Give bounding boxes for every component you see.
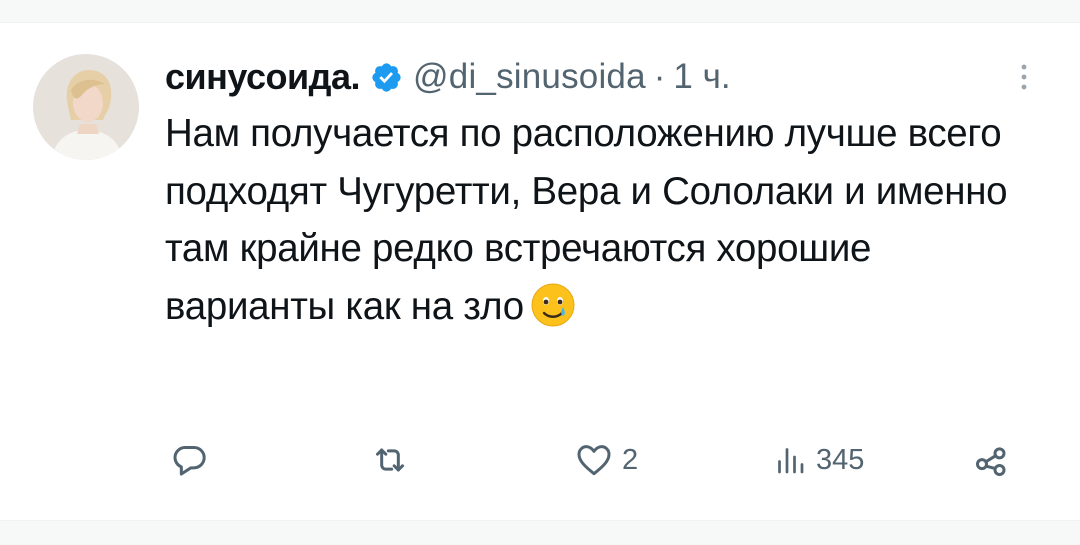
like-count: 2 (622, 443, 639, 476)
reply-button[interactable] (170, 436, 210, 484)
more-options-icon[interactable] (1014, 59, 1034, 95)
tweet-text: Нам получается по расположению лучше все… (165, 105, 1045, 335)
tweet-text-content: Нам получается по расположению лучше все… (165, 112, 1008, 328)
like-button[interactable]: 2 (574, 436, 638, 484)
display-name[interactable]: синусоида. (165, 56, 361, 98)
tweet-actions: 2 345 (0, 436, 1080, 484)
verified-badge-icon[interactable] (370, 61, 403, 94)
heart-icon (574, 440, 614, 480)
views-button[interactable]: 345 (772, 436, 864, 484)
bottom-divider (0, 520, 1080, 545)
tweet-header: синусоида. @di_sinusoida · 1 ч. (165, 55, 731, 99)
timestamp[interactable]: 1 ч. (673, 57, 730, 97)
reply-icon (170, 440, 210, 480)
retweet-button[interactable] (370, 436, 410, 484)
retweet-icon (370, 440, 410, 480)
views-count: 345 (816, 443, 865, 476)
tweet[interactable]: синусоида. @di_sinusoida · 1 ч. Нам полу… (0, 23, 1080, 520)
views-icon (772, 440, 808, 480)
share-icon (972, 440, 1012, 480)
author-handle[interactable]: @di_sinusoida (413, 57, 646, 97)
face-holding-back-tears-icon (530, 282, 576, 328)
share-button[interactable] (972, 436, 1012, 484)
separator-dot: · (653, 57, 666, 96)
top-divider (0, 0, 1080, 23)
avatar[interactable] (33, 54, 139, 160)
